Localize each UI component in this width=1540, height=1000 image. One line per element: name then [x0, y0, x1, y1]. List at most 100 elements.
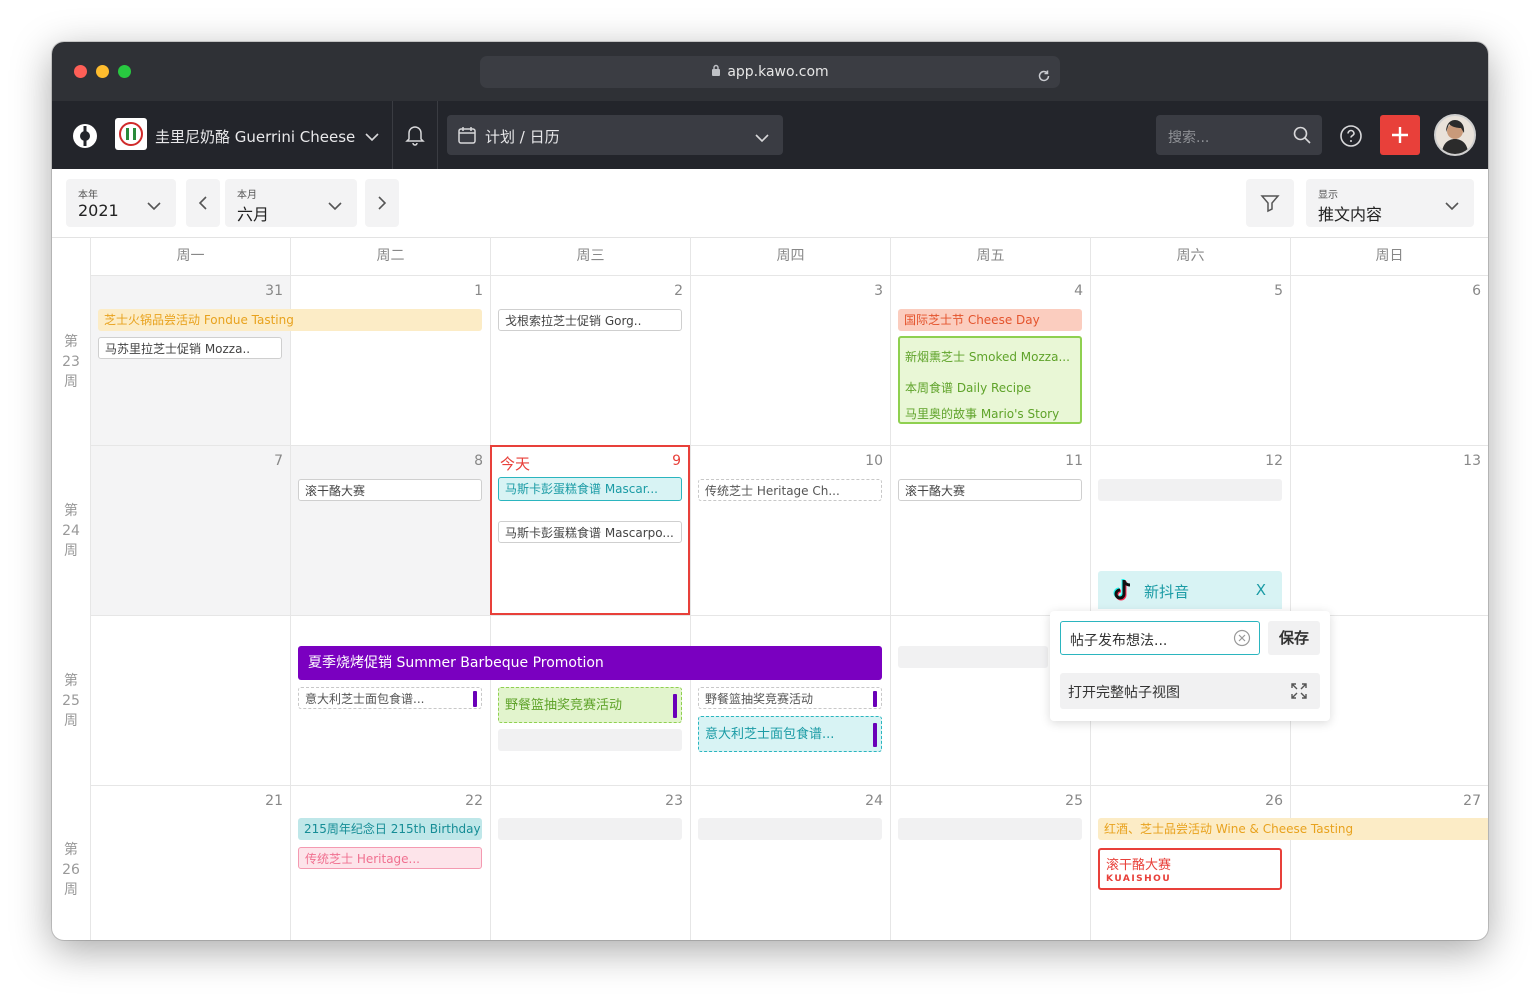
close-icon[interactable]: X [1256, 581, 1266, 599]
event-cheese-rolling[interactable]: 滚干酪大赛 [298, 479, 482, 501]
event-picnic-contest[interactable]: 野餐篮抽奖竞赛活动 [498, 687, 682, 723]
event-smoked-mozza[interactable]: 新烟熏芝士 Smoked Mozza... [905, 348, 1070, 365]
event-bread-recipe[interactable]: 意大利芝士面包食谱... [698, 716, 882, 752]
event-gorg-promo[interactable]: 戈根索拉芝士促销 Gorg.. [498, 309, 682, 331]
event-placeholder [498, 729, 682, 751]
filter-button[interactable] [1246, 179, 1294, 227]
day-cell[interactable]: 23 [490, 785, 690, 940]
event-summer-bbq[interactable]: 夏季烧烤促销 Summer Barbeque Promotion [298, 646, 882, 680]
day-cell[interactable]: 31 [90, 275, 290, 445]
day-cell[interactable]: 21 [90, 785, 290, 940]
day-cell[interactable]: 25 [890, 785, 1090, 940]
day-cell[interactable] [90, 615, 290, 785]
event-bread-recipe[interactable]: 意大利芝士面包食谱... [298, 687, 482, 709]
today-label: 今天 [500, 455, 531, 473]
status-bar [673, 694, 677, 718]
day-cell[interactable]: 5 [1090, 275, 1290, 445]
event-kuaishou-rolling[interactable]: 滚干酪大赛 KUAISHOU [1098, 848, 1282, 890]
event-placeholder [898, 646, 1048, 668]
day-number: 27 [1463, 793, 1481, 809]
search-input[interactable]: 搜索... [1168, 127, 1209, 147]
reload-icon[interactable] [1036, 64, 1052, 96]
day-cell[interactable]: 10 [690, 445, 890, 615]
close-window-button[interactable] [74, 65, 87, 78]
event-wine-cheese-tasting[interactable]: 红酒、芝士品尝活动 Wine & Cheese Tasting [1098, 818, 1488, 840]
chevron-right-icon [378, 196, 387, 210]
month-selector[interactable]: 本月 六月 [225, 179, 357, 227]
event-heritage-cheese[interactable]: 传统芝士 Heritage Ch... [698, 479, 882, 501]
search-box[interactable]: 搜索... [1156, 115, 1322, 155]
event-fondue-tasting[interactable]: 芝士火锅品尝活动 Fondue Tasting [98, 309, 482, 331]
save-button[interactable]: 保存 [1268, 621, 1320, 655]
search-icon[interactable] [1292, 125, 1312, 149]
post-idea-input[interactable]: 帖子发布想法... [1060, 621, 1260, 655]
day-cell[interactable]: 13 [1290, 445, 1488, 615]
calendar-toolbar: 本年 2021 本月 六月 显示 推文内容 [52, 169, 1488, 238]
chevron-down-icon [1444, 197, 1460, 216]
brand-selector[interactable]: 圭里尼奶酪 Guerrini Cheese [114, 114, 392, 156]
zoom-window-button[interactable] [118, 65, 131, 78]
display-selector[interactable]: 显示 推文内容 [1306, 179, 1474, 227]
event-cheese-day[interactable]: 国际芝士节 Cheese Day [898, 309, 1082, 331]
week-label: 第 25 周 [62, 673, 80, 729]
kawo-logo-icon[interactable] [72, 123, 98, 149]
event-mozza-promo[interactable]: 马苏里拉芝士促销 Mozza.. [98, 337, 282, 359]
week-label: 第 26 周 [62, 842, 80, 898]
event-daily-recipe[interactable]: 本周食谱 Daily Recipe [905, 379, 1031, 396]
weekday-header: 周一 [90, 237, 290, 275]
weekday-header: 周三 [490, 237, 690, 275]
douyin-label: 新抖音 [1144, 583, 1190, 601]
day-number: 31 [265, 283, 283, 299]
day-cell[interactable]: 27 [1290, 785, 1488, 940]
open-full-post-button[interactable]: 打开完整帖子视图 [1060, 673, 1320, 709]
day-cell[interactable]: 11 [890, 445, 1090, 615]
view-selector[interactable]: 计划 / 日历 [447, 115, 783, 155]
year-selector[interactable]: 本年 2021 [66, 179, 176, 227]
lock-icon [711, 56, 721, 88]
create-post-button[interactable] [1380, 115, 1420, 155]
douyin-icon [1110, 577, 1136, 607]
day-cell[interactable]: 8 [290, 445, 490, 615]
event-picnic-contest[interactable]: 野餐篮抽奖竞赛活动 [698, 687, 882, 709]
browser-window: app.kawo.com 圭里尼奶酪 Guerrini Cheese 计划 / … [52, 42, 1488, 940]
day-number: 11 [1065, 453, 1083, 469]
new-douyin-post-tab[interactable]: 新抖音 X [1098, 571, 1282, 609]
event-heritage-cheese[interactable]: 传统芝士 Heritage... [298, 847, 482, 869]
week-label: 第 24 周 [62, 503, 80, 559]
chevron-down-icon [327, 197, 343, 216]
app-header: 圭里尼奶酪 Guerrini Cheese 计划 / 日历 搜索... [52, 101, 1488, 169]
avatar[interactable] [1434, 114, 1476, 156]
event-placeholder [498, 818, 682, 840]
event-mascarpone-recipe[interactable]: 马斯卡彭蛋糕食谱 Mascar... [498, 477, 682, 501]
day-cell[interactable]: 6 [1290, 275, 1488, 445]
help-icon[interactable] [1339, 124, 1363, 152]
next-month-button[interactable] [365, 179, 399, 227]
day-cell[interactable]: 1 [290, 275, 490, 445]
bell-icon[interactable] [392, 101, 438, 169]
event-group-green[interactable]: 新烟熏芝士 Smoked Mozza... 本周食谱 Daily Recipe … [898, 336, 1082, 424]
status-bar [473, 691, 477, 707]
day-cell[interactable]: 7 [90, 445, 290, 615]
day-number: 22 [465, 793, 483, 809]
day-number: 3 [874, 283, 883, 299]
view-name: 计划 / 日历 [485, 128, 560, 146]
calendar-grid: 周一 周二 周三 周四 周五 周六 周日 第 23 周 第 24 周 第 25 周 第 26 周… [52, 237, 1488, 940]
minimize-window-button[interactable] [96, 65, 109, 78]
day-cell[interactable]: 3 [690, 275, 890, 445]
chevron-down-icon [364, 128, 380, 147]
day-number: 1 [474, 283, 483, 299]
event-mascarpone-recipe[interactable]: 马斯卡彭蛋糕食谱 Mascarpo... [498, 521, 682, 543]
week-label: 第 23 周 [62, 334, 80, 390]
day-cell[interactable]: 2 [490, 275, 690, 445]
day-cell[interactable]: 24 [690, 785, 890, 940]
day-number: 12 [1265, 453, 1283, 469]
clear-icon[interactable] [1233, 629, 1251, 651]
day-number: 26 [1265, 793, 1283, 809]
previous-month-button[interactable] [186, 179, 220, 227]
event-mario-story[interactable]: 马里奥的故事 Mario's Story [905, 405, 1059, 422]
event-placeholder [698, 818, 882, 840]
day-number: 4 [1074, 283, 1083, 299]
address-bar[interactable]: app.kawo.com [480, 56, 1060, 88]
event-birthday[interactable]: 215周年纪念日 215th Birthday [298, 818, 482, 840]
event-cheese-rolling[interactable]: 滚干酪大赛 [898, 479, 1082, 501]
